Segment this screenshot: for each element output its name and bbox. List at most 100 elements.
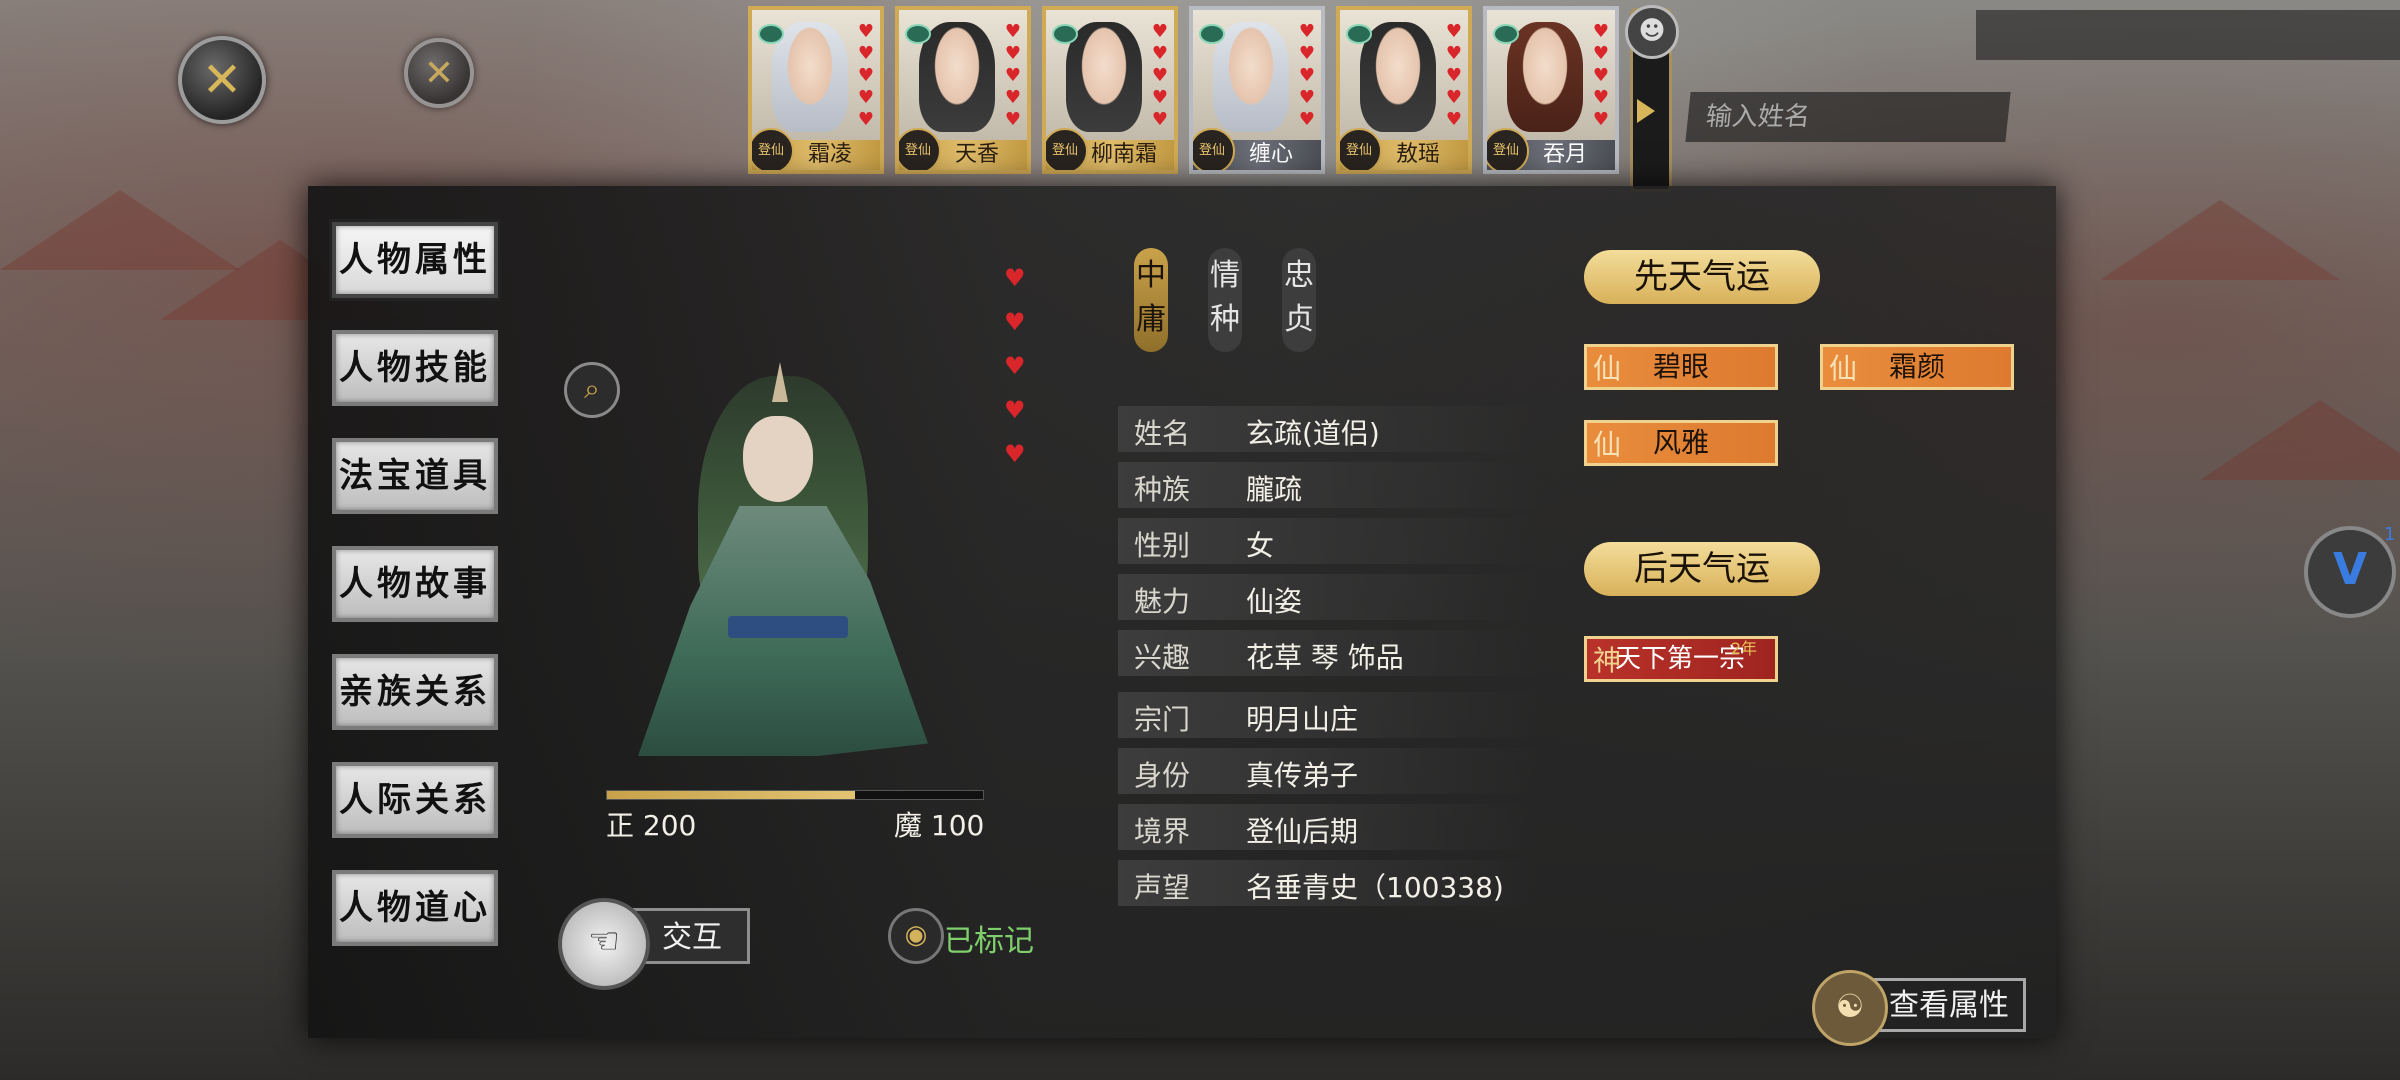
- heart-icon: ♥: [857, 43, 875, 64]
- info-row: 种族 朧疏: [1118, 462, 1538, 508]
- alignment-bar-fill: [607, 791, 856, 799]
- heart-icon: ♥: [857, 87, 875, 108]
- companion-portrait-strip: ♥ ♥ ♥ ♥ ♥ 霜凌 登仙 ♥ ♥ ♥ ♥ ♥ 天香 登仙 ♥ ♥ ♥ ♥ ♥ 柳南霜 登仙 ♥ ♥ ♥ ♥ ♥ 缠心 登仙 ♥ ♥ ♥…: [748, 2, 1679, 192]
- character-horn: [772, 362, 788, 402]
- tag-line1: 忠: [1284, 258, 1314, 293]
- innate-fortune-item[interactable]: 仙碧眼: [1584, 344, 1778, 390]
- heart-icon: ♥: [1298, 43, 1316, 64]
- realm-badge: 登仙: [752, 128, 794, 170]
- name-search-input[interactable]: 输入姓名: [1685, 92, 2011, 142]
- companion-hearts: ♥ ♥ ♥ ♥ ♥: [1150, 22, 1170, 130]
- fortune-type-icon: 仙: [1593, 428, 1622, 461]
- info-key: 姓名: [1134, 417, 1191, 450]
- eye-icon[interactable]: ◉: [888, 908, 944, 964]
- realm-badge: 登仙: [1046, 128, 1088, 170]
- realm-badge: 登仙: [1487, 128, 1529, 170]
- heart-icon: ♥: [1592, 109, 1610, 130]
- innate-fortune-item[interactable]: 仙风雅: [1584, 420, 1778, 466]
- acquired-fortune-title: 后天气运: [1584, 542, 1820, 596]
- tag-line1: 情: [1210, 258, 1240, 293]
- heart-icon: ♥: [1592, 43, 1610, 64]
- companion-portrait-card[interactable]: ♥ ♥ ♥ ♥ ♥ 天香 登仙: [895, 6, 1031, 174]
- marked-label[interactable]: 已标记: [944, 916, 1034, 960]
- tag-line2: 庸: [1136, 302, 1166, 337]
- menu-item[interactable]: 法宝道具: [332, 438, 498, 514]
- background-mountain: [2100, 200, 2340, 280]
- menu-item[interactable]: 人物道心: [332, 870, 498, 946]
- personality-tag[interactable]: 中庸: [1134, 248, 1168, 352]
- people-icon[interactable]: ☻: [1625, 5, 1679, 59]
- realm-badge: 登仙: [899, 128, 941, 170]
- heart-icon: ♥: [1004, 440, 1026, 468]
- personality-tag[interactable]: 忠贞: [1282, 248, 1316, 352]
- heart-icon: ♥: [1298, 21, 1316, 42]
- companion-portrait-image: [1360, 22, 1436, 132]
- companion-portrait-card[interactable]: ♥ ♥ ♥ ♥ ♥ 柳南霜 登仙: [1042, 6, 1178, 174]
- fortune-label: 霜颜: [1889, 350, 1946, 383]
- menu-item[interactable]: 亲族关系: [332, 654, 498, 730]
- menu-item[interactable]: 人物故事: [332, 546, 498, 622]
- heart-icon: ♥: [1445, 87, 1463, 108]
- companion-portrait-card[interactable]: ♥ ♥ ♥ ♥ ♥ 缠心 登仙: [1189, 6, 1325, 174]
- info-key: 魅力: [1134, 585, 1191, 618]
- companion-portrait-card[interactable]: ♥ ♥ ♥ ♥ ♥ 霜凌 登仙: [748, 6, 884, 174]
- character-detail-panel: 人物属性 人物技能 法宝道具 人物故事 亲族关系 人际关系 人物道心 ⌕ ♥ ♥ ♥ ♥ ♥ 正 2…: [308, 186, 2056, 1046]
- heart-icon: ♥: [1004, 43, 1022, 64]
- heart-icon: ♥: [857, 65, 875, 86]
- heart-icon: ♥: [1445, 21, 1463, 42]
- menu-item[interactable]: 人物属性: [329, 219, 501, 301]
- tag-line2: 贞: [1284, 302, 1314, 337]
- heart-icon: ♥: [1004, 396, 1026, 424]
- heart-icon: ♥: [1004, 352, 1026, 380]
- hand-icon[interactable]: ☜: [558, 898, 650, 990]
- info-row: 身份 真传弟子: [1118, 748, 1538, 794]
- heart-icon: ♥: [1592, 21, 1610, 42]
- companion-hearts: ♥ ♥ ♥ ♥ ♥: [1591, 22, 1611, 130]
- fortune-type-icon: 神: [1593, 644, 1622, 677]
- realm-badge: 登仙: [1193, 128, 1235, 170]
- heart-icon: ♥: [1151, 43, 1169, 64]
- character-portrait: [578, 362, 998, 796]
- heart-icon: ♥: [1445, 109, 1463, 130]
- info-value: 花草 琴 饰品: [1246, 641, 1404, 674]
- eye-badge-icon: [1493, 24, 1519, 44]
- character-face: [743, 416, 813, 502]
- close-button[interactable]: ✕: [178, 36, 266, 124]
- companion-portrait-card[interactable]: ♥ ♥ ♥ ♥ ♥ 敖瑶 登仙: [1336, 6, 1472, 174]
- heart-icon: ♥: [1592, 87, 1610, 108]
- close-secondary-button[interactable]: ✕: [404, 38, 474, 108]
- eye-badge-icon: [1052, 24, 1078, 44]
- info-value: 真传弟子: [1246, 759, 1359, 792]
- companion-portrait-image: [1066, 22, 1142, 132]
- meditating-figure-icon[interactable]: ☯: [1812, 970, 1888, 1046]
- companion-portrait-image: [919, 22, 995, 132]
- info-row: 兴趣 花草 琴 饰品: [1118, 630, 1538, 676]
- alignment-bar: [606, 790, 984, 800]
- info-key: 境界: [1134, 815, 1191, 848]
- innate-fortune-title: 先天气运: [1584, 250, 1820, 304]
- demonic-value: 魔 100: [894, 809, 985, 842]
- menu-item[interactable]: 人际关系: [332, 762, 498, 838]
- companion-hearts: ♥ ♥ ♥ ♥ ♥: [1297, 22, 1317, 130]
- righteous-value: 正 200: [606, 809, 697, 842]
- scroll-right-arrow-icon[interactable]: [1637, 99, 1655, 123]
- interact-button[interactable]: 交互 ☜: [558, 898, 758, 990]
- personality-tag[interactable]: 情种: [1208, 248, 1242, 352]
- strip-scroll-control[interactable]: ☻: [1625, 5, 1679, 192]
- companion-portrait-card[interactable]: ♥ ♥ ♥ ♥ ♥ 吞月 登仙: [1483, 6, 1619, 174]
- info-row: 宗门 明月山庄: [1118, 692, 1538, 738]
- heart-icon: ♥: [1004, 109, 1022, 130]
- menu-item[interactable]: 人物技能: [332, 330, 498, 406]
- heart-icon: ♥: [1298, 109, 1316, 130]
- heart-icon: ♥: [1004, 65, 1022, 86]
- v-logo-icon[interactable]: V: [2304, 526, 2396, 618]
- info-key: 声望: [1134, 871, 1191, 904]
- heart-icon: ♥: [1151, 87, 1169, 108]
- acquired-fortune-item[interactable]: 神天下第一宗 2年: [1584, 636, 1778, 682]
- heart-icon: ♥: [1445, 43, 1463, 64]
- innate-fortune-item[interactable]: 仙霜颜: [1820, 344, 2014, 390]
- heart-icon: ♥: [1004, 87, 1022, 108]
- info-value: 明月山庄: [1246, 703, 1359, 736]
- view-attributes-button[interactable]: 查看属性 ☯: [1812, 970, 2028, 1046]
- heart-icon: ♥: [1298, 87, 1316, 108]
